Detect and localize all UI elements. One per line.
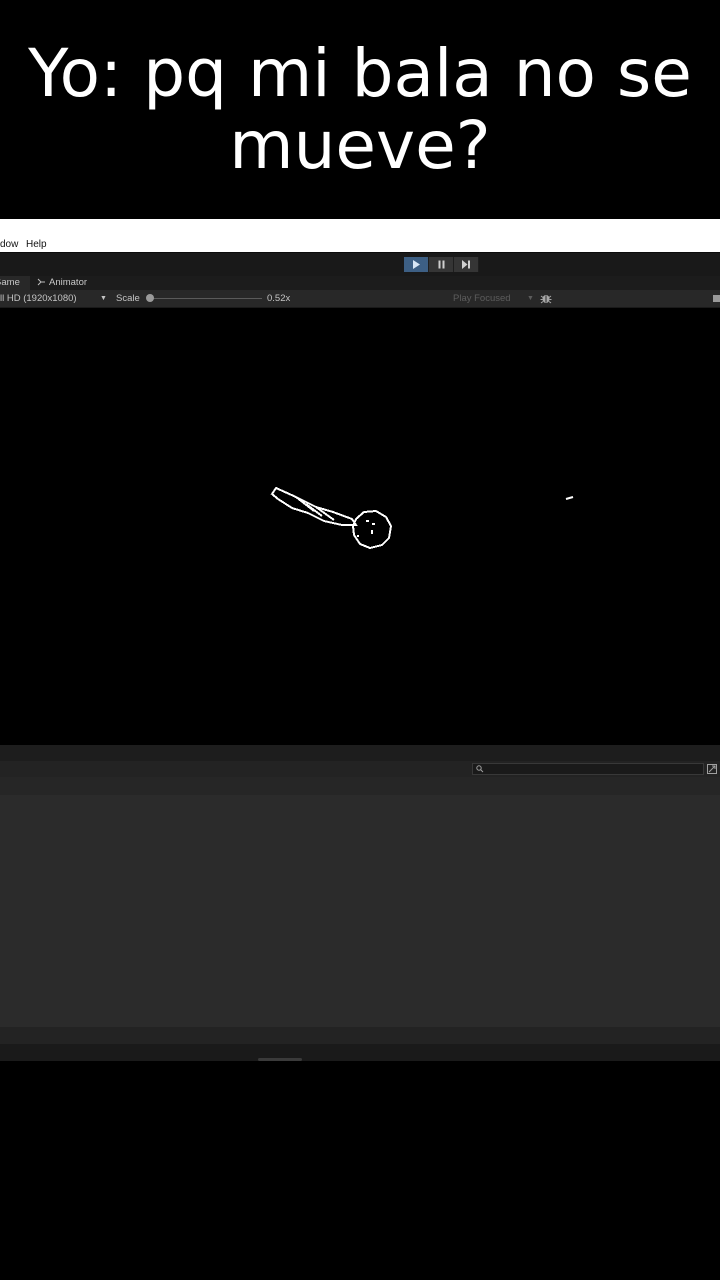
window-icon[interactable] (707, 764, 717, 774)
chevron-down-icon: ▼ (527, 295, 534, 302)
tab-animator-label: Animator (49, 277, 88, 288)
play-focused-dropdown[interactable]: Play Focused (453, 290, 511, 307)
tab-game-label: Game (0, 277, 20, 288)
maximize-icon[interactable] (713, 295, 720, 302)
console-search-input[interactable] (472, 763, 704, 775)
resize-handle[interactable] (258, 1058, 302, 1061)
resolution-dropdown[interactable]: ll HD (1920x1080) (0, 290, 77, 307)
scale-label: Scale (116, 293, 140, 304)
caption-line-2: mueve? (229, 107, 491, 184)
bottom-strip (0, 1044, 720, 1061)
editor-tab-bar: Game Animator (0, 276, 720, 290)
tab-game[interactable]: Game (0, 276, 30, 290)
play-icon (412, 260, 420, 269)
game-viewport[interactable] (0, 308, 720, 745)
console-log-area[interactable] (0, 795, 720, 1027)
search-icon (476, 765, 484, 773)
console-header (0, 777, 720, 795)
menu-bar: dow Help (0, 219, 720, 252)
pause-icon (438, 260, 444, 269)
scale-value: 0.52x (267, 293, 291, 304)
main-toolbar (0, 252, 720, 277)
tab-animator[interactable]: Animator (37, 276, 87, 290)
animator-icon (37, 278, 45, 286)
status-bar (0, 1027, 720, 1044)
step-icon (462, 260, 470, 269)
bullet-sprite (565, 496, 574, 500)
menu-item-window[interactable]: dow (0, 239, 18, 250)
play-controls (404, 257, 479, 272)
step-button[interactable] (454, 257, 479, 272)
caption-line-1: Yo: pq mi bala no se (28, 35, 692, 112)
panel-divider[interactable] (0, 745, 720, 761)
pause-button[interactable] (429, 257, 454, 272)
meme-caption: Yo: pq mi bala no se mueve? (0, 38, 720, 182)
unity-editor-window: dow Help G (0, 219, 720, 1061)
scale-slider-handle[interactable] (146, 294, 154, 302)
player-sprite (270, 486, 393, 550)
console-toolbar (0, 761, 720, 777)
game-view-toolbar: ll HD (1920x1080) ▼ Scale 0.52x Play Foc… (0, 290, 720, 308)
play-button[interactable] (404, 257, 429, 272)
menu-item-help[interactable]: Help (26, 239, 47, 250)
scale-slider-track[interactable] (152, 298, 262, 299)
chevron-down-icon: ▼ (100, 295, 107, 302)
